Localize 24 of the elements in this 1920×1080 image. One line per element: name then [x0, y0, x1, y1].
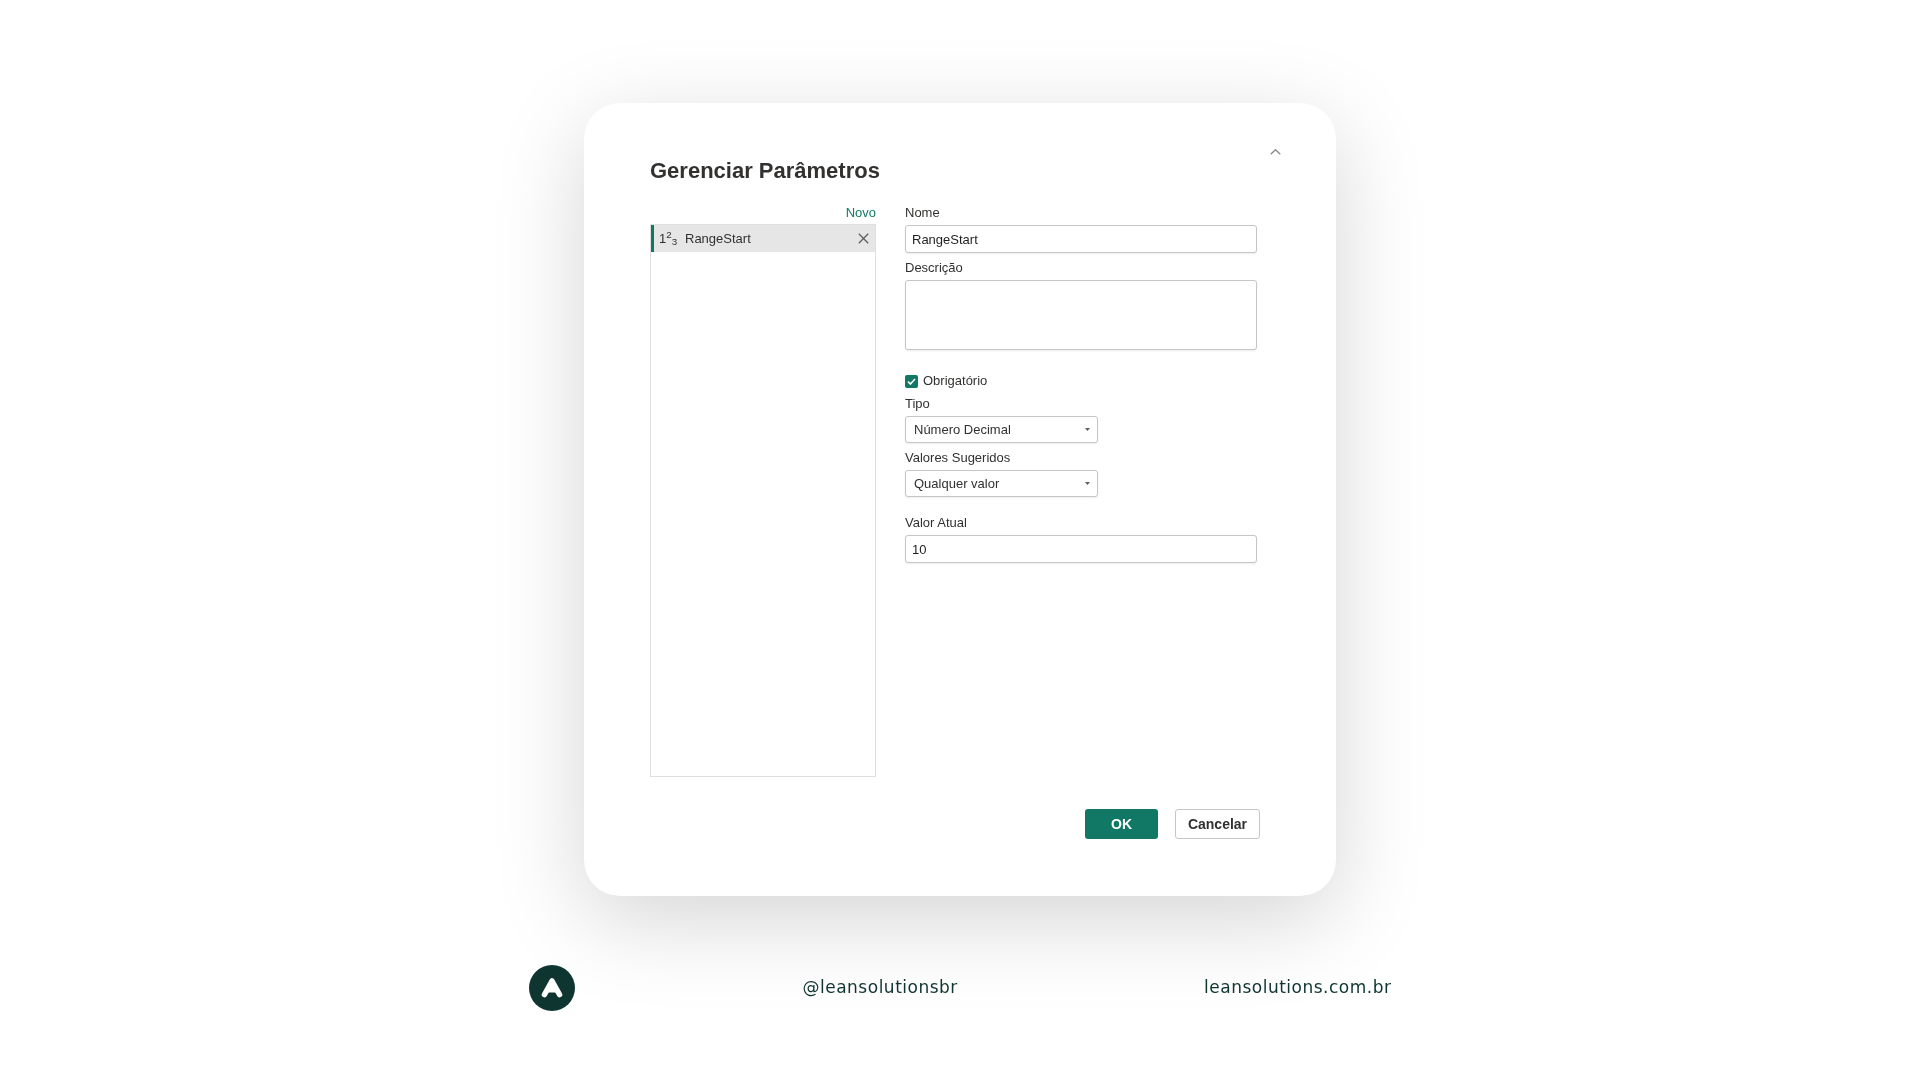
confirm-button[interactable]: OK: [1085, 809, 1158, 839]
field-label: Valor Atual: [905, 515, 968, 531]
checkbox[interactable]: [905, 374, 918, 388]
dropdown[interactable]: Número Decimal: [905, 416, 1098, 443]
dropdown[interactable]: Qualquer valor: [905, 470, 1098, 497]
field-label: Nome: [905, 205, 941, 221]
field-label: Valores Sugeridos: [905, 450, 1012, 466]
field-label: Tipo: [905, 396, 931, 412]
checkbox-label: Obrigatório: [923, 373, 988, 389]
caret-down-icon: [1085, 428, 1090, 431]
text-field[interactable]: RangeStart: [905, 225, 1257, 253]
logo-icon: [528, 965, 575, 1011]
check-icon: [907, 377, 916, 385]
field-label: Descrição: [905, 260, 964, 276]
website-text: leansolutions.com.br: [1204, 976, 1392, 1000]
close-icon[interactable]: [858, 233, 869, 244]
social-handle: @leansolutionsbr: [802, 976, 958, 1000]
text-field[interactable]: 10: [905, 535, 1257, 563]
caret-down-icon: [1085, 482, 1090, 485]
chevron-up-icon[interactable]: [1270, 149, 1281, 155]
parameter-item[interactable]: 1$^{2}$$_{3}$ RangeStart: [651, 225, 875, 252]
cancel-button[interactable]: Cancelar: [1175, 809, 1260, 839]
dialog-title: Gerenciar Parâmetros: [650, 157, 880, 185]
new-link[interactable]: Novo: [845, 205, 876, 221]
